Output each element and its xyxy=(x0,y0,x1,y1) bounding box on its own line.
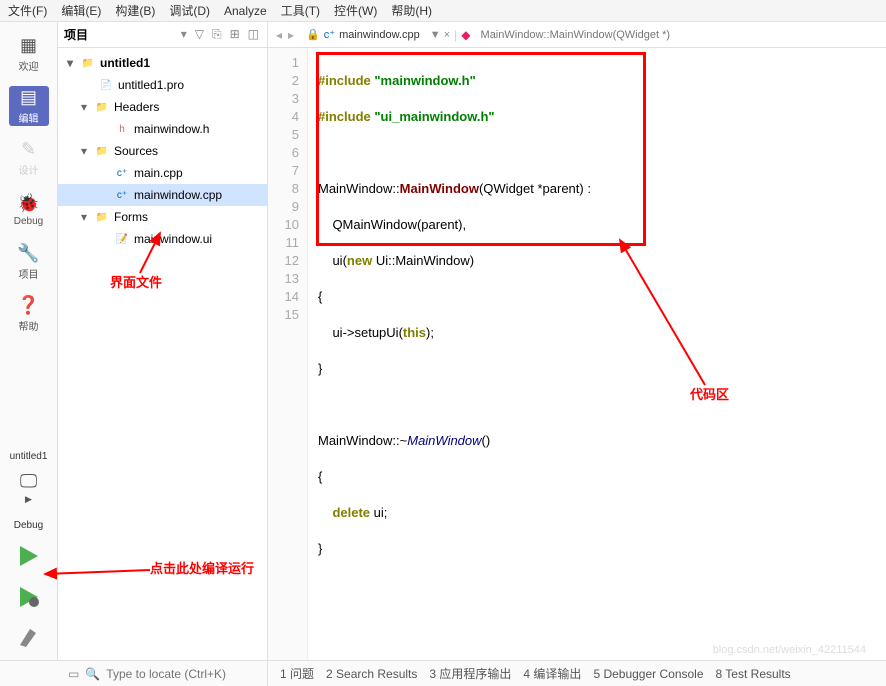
edit-icon: ▤ xyxy=(20,87,37,108)
editor-tab[interactable]: 🔒 c⁺ mainwindow.cpp xyxy=(300,26,426,43)
breadcrumb[interactable]: MainWindow::MainWindow(QWidget *) xyxy=(481,29,671,41)
editor-area: ◂ ▸ 🔒 c⁺ mainwindow.cpp ▼ × | ◆ MainWind… xyxy=(268,22,886,660)
rail-project[interactable]: 🔧项目 xyxy=(9,242,49,282)
panel-toggle-icon[interactable]: ▭ xyxy=(68,667,79,681)
cpp-icon: c⁺ xyxy=(324,28,335,41)
target-label: untitled1 xyxy=(10,451,48,462)
build-button[interactable] xyxy=(16,625,42,654)
split-icon[interactable]: ◫ xyxy=(246,27,261,42)
tree-headers[interactable]: ▾📁Headers xyxy=(58,96,267,118)
pencil-icon: ✎ xyxy=(21,139,36,160)
lock-icon: 🔒 xyxy=(306,28,320,41)
status-test-results[interactable]: 8 Test Results xyxy=(716,667,791,681)
filter-icon[interactable]: ▽ xyxy=(193,27,206,42)
debug-run-button[interactable] xyxy=(16,584,42,613)
grid-icon: ▦ xyxy=(20,35,37,56)
menu-tools[interactable]: 工具(T) xyxy=(281,2,320,19)
link-icon[interactable]: ⎘ xyxy=(210,27,224,42)
dropdown-icon[interactable]: ▾ xyxy=(179,27,189,42)
status-app-output[interactable]: 3 应用程序输出 xyxy=(429,665,511,682)
left-rail: ▦欢迎 ▤编辑 ✎设计 🐞Debug 🔧项目 ❓帮助 untitled1 🖵▶ … xyxy=(0,22,58,660)
ui-icon: 📝 xyxy=(114,231,130,247)
target-selector[interactable]: 🖵▶ xyxy=(9,468,49,508)
tab-dropdown[interactable]: ▼ × xyxy=(430,29,450,41)
menu-widgets[interactable]: 控件(W) xyxy=(334,2,377,19)
diamond-icon: ◆ xyxy=(461,28,470,42)
wrench-icon: 🔧 xyxy=(17,243,39,264)
tree-pro-file[interactable]: 📄untitled1.pro xyxy=(58,74,267,96)
project-icon: 📁 xyxy=(80,55,96,71)
cpp-icon: c⁺ xyxy=(114,187,130,203)
rail-design[interactable]: ✎设计 xyxy=(9,138,49,178)
folder-icon: 📁 xyxy=(94,143,110,159)
project-tree: ▾📁untitled1 📄untitled1.pro ▾📁Headers hma… xyxy=(58,48,267,660)
h-icon: h xyxy=(114,121,130,137)
pro-icon: 📄 xyxy=(98,77,114,93)
nav-back-icon[interactable]: ◂ xyxy=(274,28,284,42)
tree-sources[interactable]: ▾📁Sources xyxy=(58,140,267,162)
menu-edit[interactable]: 编辑(E) xyxy=(61,2,101,19)
menu-bar: 文件(F) 编辑(E) 构建(B) 调试(D) Analyze 工具(T) 控件… xyxy=(0,0,886,22)
locator-input[interactable] xyxy=(106,667,267,681)
tree-mainwindow-ui[interactable]: 📝mainwindow.ui xyxy=(58,228,267,250)
folder-icon: 📁 xyxy=(94,209,110,225)
bug-icon: 🐞 xyxy=(17,193,39,214)
menu-build[interactable]: 构建(B) xyxy=(115,2,155,19)
menu-analyze[interactable]: Analyze xyxy=(224,4,267,18)
folder-icon: 📁 xyxy=(94,99,110,115)
status-debugger-console[interactable]: 5 Debugger Console xyxy=(593,667,703,681)
rail-edit[interactable]: ▤编辑 xyxy=(9,86,49,126)
tree-mainwindow-h[interactable]: hmainwindow.h xyxy=(58,118,267,140)
search-icon: 🔍 xyxy=(85,667,100,681)
menu-help[interactable]: 帮助(H) xyxy=(391,2,432,19)
status-bar: ▭ 🔍 1 问题 2 Search Results 3 应用程序输出 4 编译输… xyxy=(0,660,886,686)
menu-debug[interactable]: 调试(D) xyxy=(169,2,210,19)
tree-root[interactable]: ▾📁untitled1 xyxy=(58,52,267,74)
nav-forward-icon[interactable]: ▸ xyxy=(286,28,296,42)
tree-forms[interactable]: ▾📁Forms xyxy=(58,206,267,228)
add-icon[interactable]: ⊞ xyxy=(228,27,242,42)
tree-main-cpp[interactable]: c⁺main.cpp xyxy=(58,162,267,184)
menu-file[interactable]: 文件(F) xyxy=(8,2,47,19)
rail-debug[interactable]: 🐞Debug xyxy=(9,190,49,230)
run-button[interactable] xyxy=(16,543,42,572)
status-search-results[interactable]: 2 Search Results xyxy=(326,667,417,681)
monitor-icon: 🖵 xyxy=(20,471,37,492)
cpp-icon: c⁺ xyxy=(114,165,130,181)
panel-title: 项目 xyxy=(64,26,88,43)
help-icon: ❓ xyxy=(17,295,39,316)
project-panel: 项目 ▾ ▽ ⎘ ⊞ ◫ ▾📁untitled1 📄untitled1.pro … xyxy=(58,22,268,660)
status-problems[interactable]: 1 问题 xyxy=(280,665,314,682)
tree-mainwindow-cpp[interactable]: c⁺mainwindow.cpp xyxy=(58,184,267,206)
rail-welcome[interactable]: ▦欢迎 xyxy=(9,34,49,74)
status-compile-output[interactable]: 4 编译输出 xyxy=(523,665,581,682)
rail-help[interactable]: ❓帮助 xyxy=(9,294,49,334)
config-label: Debug xyxy=(14,520,43,531)
code-editor[interactable]: #include "mainwindow.h" #include "ui_mai… xyxy=(308,48,886,660)
line-gutter: 123 456 789 101112 131415 xyxy=(268,48,308,660)
